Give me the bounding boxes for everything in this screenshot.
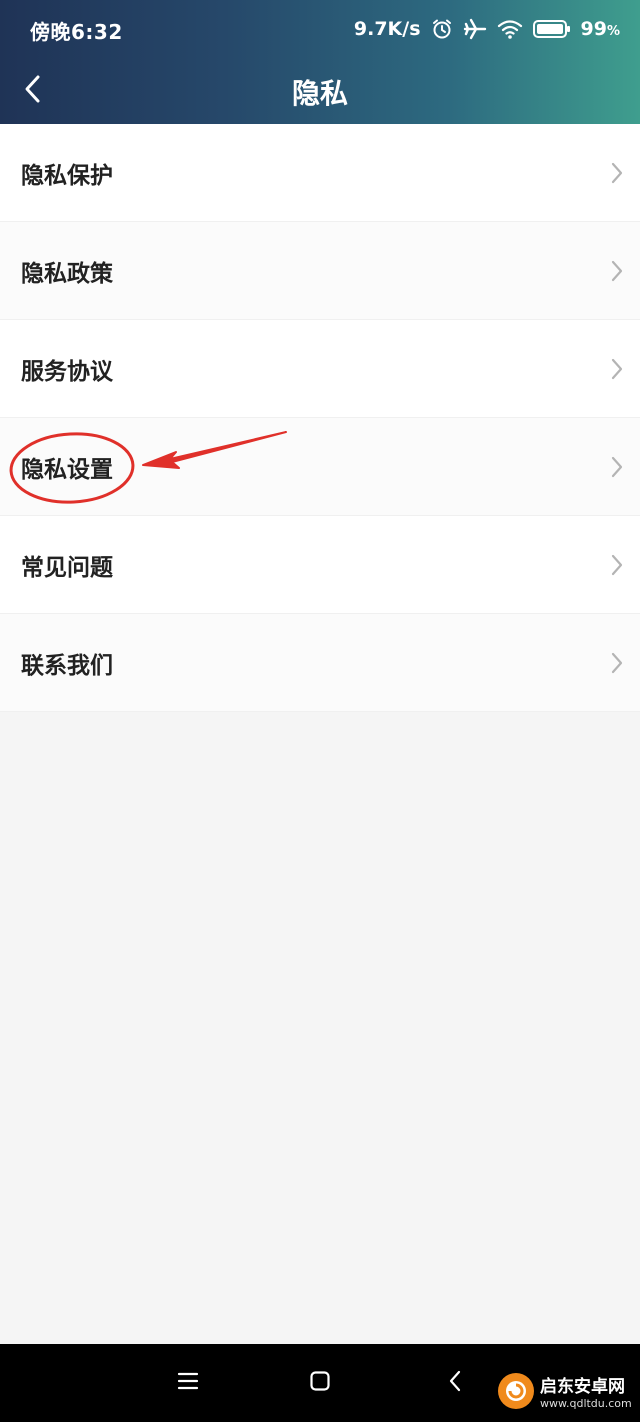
chevron-right-icon [610,652,624,674]
watermark-url: www.qdltdu.com [540,1397,632,1410]
menu-item-privacy-settings[interactable]: 隐私设置 [0,418,640,516]
privacy-screen: 傍晚6:32 9.7K/s 99% 隐私 隐私保护 隐私政策 服务协议 隐私设置… [0,0,640,1422]
battery-percent-unit: % [606,24,620,39]
menu-item-service-agreement[interactable]: 服务协议 [0,320,640,418]
page-title: 隐私 [291,77,348,110]
watermark-text: 启东安卓网 www.qdltdu.com [540,1372,632,1410]
watermark: 启东安卓网 www.qdltdu.com [492,1360,640,1422]
alarm-icon [431,18,453,40]
chevron-right-icon [610,358,624,380]
battery-percent-value: 99 [580,18,607,40]
watermark-logo-icon [496,1371,536,1411]
back-icon [448,1370,462,1396]
menu-item-privacy-protection[interactable]: 隐私保护 [0,124,640,222]
menu-item-label: 隐私设置 [21,456,113,483]
chevron-right-icon [610,456,624,478]
airplane-icon [463,18,487,40]
menu-item-contact-us[interactable]: 联系我们 [0,614,640,712]
menu-item-faq[interactable]: 常见问题 [0,516,640,614]
network-speed: 9.7K/s [353,18,421,40]
menu-item-label: 联系我们 [21,652,113,679]
battery-percent: 99% [581,18,620,40]
nav-back-button[interactable] [440,1368,470,1398]
recents-button[interactable] [173,1368,203,1398]
status-time: 傍晚6:32 [30,20,123,44]
status-indicators: 9.7K/s 99% [354,14,620,44]
menu-item-label: 常见问题 [21,554,113,581]
menu-item-label: 服务协议 [21,358,113,385]
wifi-icon [497,18,523,40]
chevron-right-icon [610,260,624,282]
menu-item-label: 隐私保护 [21,162,113,189]
app-header: 傍晚6:32 9.7K/s 99% 隐私 [0,0,640,124]
privacy-menu-list: 隐私保护 隐私政策 服务协议 隐私设置 常见问题 联系我们 [0,124,640,712]
watermark-name: 启东安卓网 [540,1377,625,1397]
battery-icon [532,19,571,39]
menu-icon [177,1371,199,1395]
chevron-right-icon [610,162,624,184]
home-button[interactable] [305,1368,335,1398]
chevron-right-icon [610,554,624,576]
home-icon [309,1370,331,1396]
status-bar: 傍晚6:32 9.7K/s 99% [0,0,640,58]
menu-item-label: 隐私政策 [21,260,113,287]
menu-item-privacy-policy[interactable]: 隐私政策 [0,222,640,320]
system-nav-bar: 启东安卓网 www.qdltdu.com [0,1344,640,1422]
title-bar: 隐私 [0,58,640,124]
